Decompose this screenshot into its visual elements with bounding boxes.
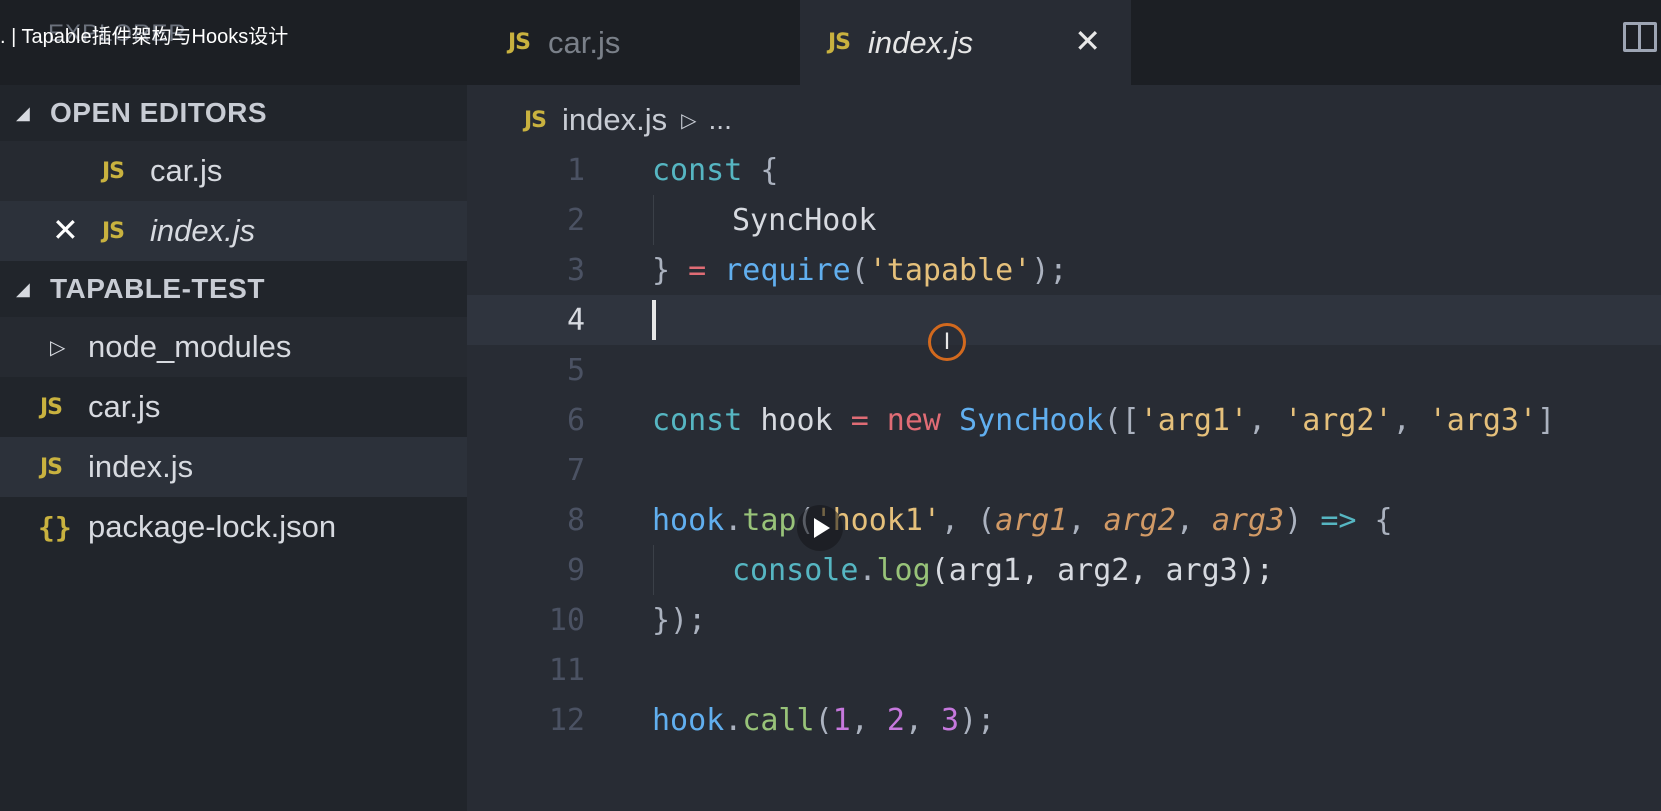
file-label: index.js — [150, 213, 256, 248]
folder-node-modules[interactable]: ▷ node_modules — [0, 317, 467, 377]
chevron-right-icon: ▷ — [50, 336, 66, 359]
line-number: 8 — [566, 502, 585, 538]
js-file-icon: JS — [102, 218, 125, 244]
chevron-down-icon: ◢ — [16, 278, 30, 299]
chevron-right-icon: ▷ — [681, 109, 697, 132]
line-number: 4 — [566, 302, 585, 338]
file-label: index.js — [88, 449, 194, 484]
open-editors-header[interactable]: ◢ OPEN EDITORS — [0, 85, 467, 141]
tab-label: car.js — [548, 24, 621, 60]
file-label: car.js — [88, 389, 161, 424]
breadcrumb: JS index.js ▷ ... — [524, 97, 732, 143]
tab-bar: EXPLORER . | Tapable插件架构与Hooks设计 JS car.… — [0, 0, 1661, 85]
code-line: 10 }); — [467, 595, 1661, 645]
project-header[interactable]: ◢ TAPABLE-TEST — [0, 261, 467, 317]
tab-label: index.js — [868, 24, 974, 60]
breadcrumb-file[interactable]: index.js — [562, 102, 667, 138]
video-title-overlay: . | Tapable插件架构与Hooks设计 — [0, 26, 289, 48]
open-editor-index-js[interactable]: ✕ JS index.js — [0, 201, 467, 261]
code-line: 12 hook.call(1, 2, 3); — [467, 695, 1661, 745]
play-icon[interactable] — [797, 505, 843, 551]
code-line: 2 SyncHook — [467, 195, 1661, 245]
line-number: 2 — [566, 202, 585, 238]
breadcrumb-symbol[interactable]: ... — [709, 104, 732, 136]
indent-guide — [653, 545, 654, 595]
line-number: 10 — [548, 602, 585, 638]
file-index-js[interactable]: JS index.js — [0, 437, 467, 497]
indent-guide — [653, 195, 654, 245]
js-file-icon: JS — [40, 454, 63, 480]
code-line: 8 hook.tap('hook1', (arg1, arg2, arg3) =… — [467, 495, 1661, 545]
file-label: car.js — [150, 153, 223, 188]
code-line-current: 4 — [467, 295, 1661, 345]
code-line: 6 const hook = new SyncHook(['arg1', 'ar… — [467, 395, 1661, 445]
open-editor-car-js[interactable]: JS car.js — [0, 141, 467, 201]
chevron-down-icon: ◢ — [16, 102, 30, 123]
line-number: 1 — [566, 152, 585, 188]
line-number: 6 — [566, 402, 585, 438]
code-line: 1 const { — [467, 145, 1661, 195]
code-line: 5 — [467, 345, 1661, 395]
json-file-icon: {} — [38, 510, 72, 544]
js-file-icon: JS — [828, 30, 851, 55]
line-number: 5 — [566, 352, 585, 388]
file-package-lock-json[interactable]: {} package-lock.json — [0, 497, 467, 557]
code-line: 11 — [467, 645, 1661, 695]
js-file-icon: JS — [40, 394, 63, 420]
line-number: 3 — [566, 252, 585, 288]
close-icon[interactable]: ✕ — [1074, 22, 1101, 60]
section-title: OPEN EDITORS — [50, 97, 268, 128]
line-number: 9 — [566, 552, 585, 588]
js-file-icon: JS — [102, 158, 125, 184]
code-line: 7 — [467, 445, 1661, 495]
close-icon[interactable]: ✕ — [52, 211, 79, 249]
split-editor-icon[interactable] — [1623, 22, 1657, 52]
tab-index-js[interactable]: JS index.js ✕ — [800, 0, 1131, 85]
folder-label: node_modules — [88, 329, 292, 364]
explorer-sidebar: ◢ OPEN EDITORS JS car.js ✕ JS index.js ◢… — [0, 85, 467, 811]
code-line: 9 console.log(arg1, arg2, arg3); — [467, 545, 1661, 595]
js-file-icon: JS — [508, 30, 531, 55]
file-car-js[interactable]: JS car.js — [0, 377, 467, 437]
file-label: package-lock.json — [88, 509, 337, 544]
code-line: 3 } = require('tapable'); — [467, 245, 1661, 295]
js-file-icon: JS — [524, 107, 547, 133]
text-cursor — [652, 300, 656, 340]
code-editor[interactable]: JS index.js ▷ ... 1 const { 2 SyncHook 3… — [467, 85, 1661, 811]
mouse-ibeam-cursor-icon: I — [928, 323, 966, 361]
line-number: 7 — [566, 452, 585, 488]
section-title: TAPABLE-TEST — [50, 273, 265, 304]
line-number: 11 — [548, 652, 585, 688]
line-number: 12 — [548, 702, 585, 738]
tab-car-js[interactable]: JS car.js — [480, 0, 800, 85]
